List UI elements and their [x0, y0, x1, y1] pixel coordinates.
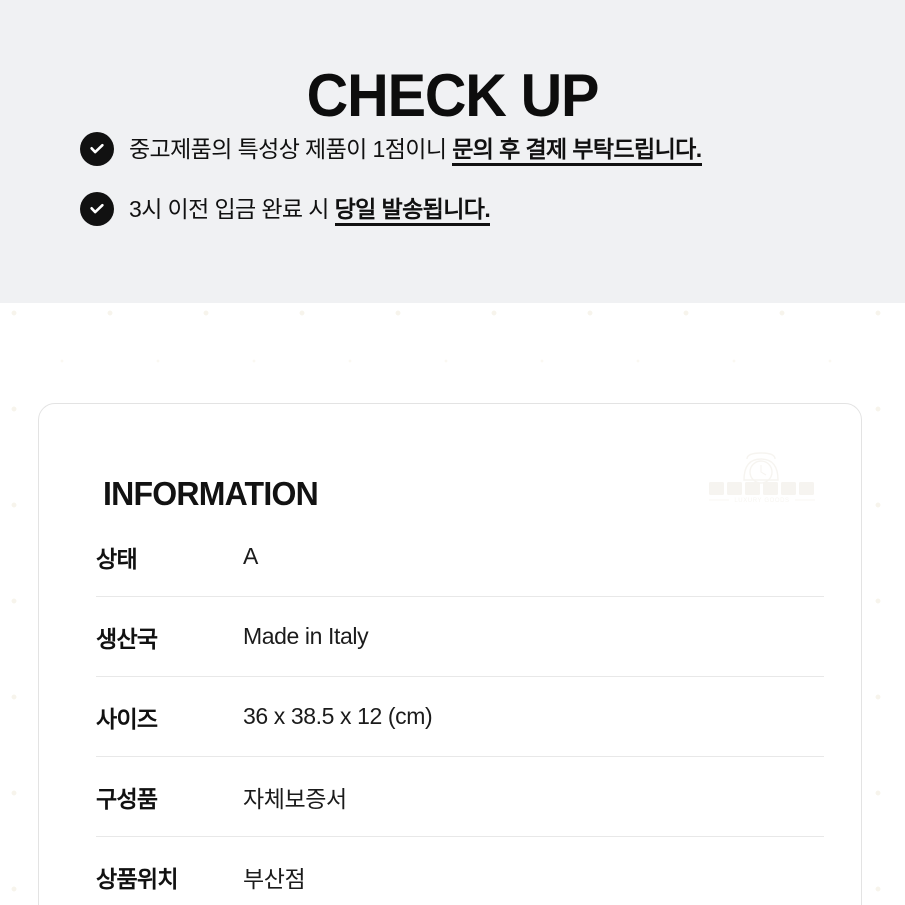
table-row: 구성품 자체보증서 — [96, 756, 824, 836]
product-detail-page: CHECK UP 중고제품의 특성상 제품이 1점이니 문의 후 결제 부탁드립… — [0, 0, 905, 905]
check-circle-icon — [80, 132, 114, 166]
table-row-value: 부산점 — [243, 865, 306, 892]
brand-watermark-logo: LUXURY GOODS — [703, 446, 821, 504]
table-row-label: 구성품 — [96, 785, 158, 812]
table-row-value: A — [243, 543, 258, 569]
table-row: 상품위치 부산점 — [96, 836, 824, 905]
table-row-label: 상태 — [96, 545, 138, 572]
information-card: INFORMATION LUXURY GOODS 상태 A 생산국 Made i… — [38, 403, 862, 905]
checkup-notice-emphasis: 문의 후 결제 부탁드립니다. — [452, 136, 702, 166]
table-row: 상태 A — [96, 517, 824, 596]
checkup-notice-list: 중고제품의 특성상 제품이 1점이니 문의 후 결제 부탁드립니다. 3시 이전… — [80, 132, 870, 226]
watch-logo-icon — [743, 452, 779, 484]
table-row: 사이즈 36 x 38.5 x 12 (cm) — [96, 676, 824, 756]
brand-name-en-text: LUXURY GOODS — [734, 498, 789, 504]
checkup-notice-item: 중고제품의 특성상 제품이 1점이니 문의 후 결제 부탁드립니다. — [80, 132, 870, 166]
table-row-value: Made in Italy — [243, 623, 369, 649]
table-row-value: 자체보증서 — [243, 785, 347, 812]
checkup-notice-item: 3시 이전 입금 완료 시 당일 발송됩니다. — [80, 192, 870, 226]
checkup-notice-text: 중고제품의 특성상 제품이 1점이니 문의 후 결제 부탁드립니다. — [129, 132, 702, 166]
brand-name-ko — [709, 482, 814, 495]
table-row-value: 36 x 38.5 x 12 (cm) — [243, 703, 433, 729]
information-table: 상태 A 생산국 Made in Italy 사이즈 36 x 38.5 x 1… — [96, 517, 824, 905]
checkup-notice-plain: 중고제품의 특성상 제품이 1점이니 — [129, 136, 453, 162]
information-heading: INFORMATION — [103, 475, 319, 513]
table-row-label: 생산국 — [96, 625, 158, 652]
table-row: 생산국 Made in Italy — [96, 596, 824, 676]
table-row-label: 상품위치 — [96, 865, 179, 892]
checkup-title: CHECK UP — [306, 62, 600, 130]
table-row-label: 사이즈 — [96, 705, 158, 732]
check-circle-icon — [80, 192, 114, 226]
checkup-section: CHECK UP 중고제품의 특성상 제품이 1점이니 문의 후 결제 부탁드립… — [0, 0, 905, 303]
checkup-notice-plain: 3시 이전 입금 완료 시 — [129, 196, 335, 222]
checkup-notice-emphasis: 당일 발송됩니다. — [334, 196, 491, 226]
checkup-notice-text: 3시 이전 입금 완료 시 당일 발송됩니다. — [129, 192, 491, 226]
